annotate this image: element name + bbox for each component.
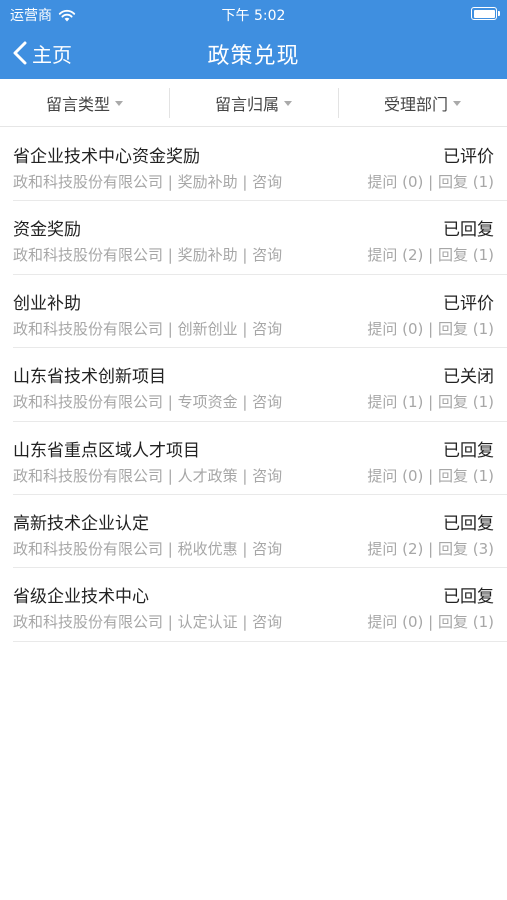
filter-label: 留言归属 [214, 94, 279, 114]
message-list: 省企业技术中心资金奖励 已评价 政和科技股份有限公司 | 奖励补助 | 咨询 提… [0, 128, 507, 642]
caret-down-icon [284, 101, 292, 106]
page-title: 政策兑现 [207, 44, 300, 69]
caret-down-icon [115, 101, 123, 106]
battery-icon [471, 7, 500, 20]
item-title: 资金奖励 [13, 220, 81, 241]
list-item[interactable]: 资金奖励 已回复 政和科技股份有限公司 | 奖励补助 | 咨询 提问 (2) |… [13, 201, 507, 275]
list-item[interactable]: 山东省重点区域人才项目 已回复 政和科技股份有限公司 | 人才政策 | 咨询 提… [13, 422, 507, 495]
item-status: 已回复 [443, 220, 494, 241]
item-status: 已关闭 [443, 367, 494, 388]
list-item[interactable]: 创业补助 已评价 政和科技股份有限公司 | 创新创业 | 咨询 提问 (0) |… [13, 275, 507, 349]
item-meta: 政和科技股份有限公司 | 税收优惠 | 咨询 [13, 539, 283, 558]
item-counts: 提问 (0) | 回复 (1) [367, 173, 494, 191]
item-status: 已评价 [443, 147, 494, 167]
item-counts: 提问 (0) | 回复 (1) [367, 466, 494, 485]
item-title: 省级企业技术中心 [13, 587, 149, 608]
item-counts: 提问 (2) | 回复 (3) [367, 539, 494, 558]
item-counts: 提问 (0) | 回复 (1) [367, 613, 494, 632]
item-counts: 提问 (2) | 回复 (1) [367, 246, 494, 265]
filter-message-owner[interactable]: 留言归属 [169, 79, 338, 126]
status-time: 下午 5:02 [221, 8, 286, 24]
list-item[interactable]: 高新技术企业认定 已回复 政和科技股份有限公司 | 税收优惠 | 咨询 提问 (… [13, 495, 507, 569]
item-meta: 政和科技股份有限公司 | 奖励补助 | 咨询 [13, 173, 283, 191]
item-meta: 政和科技股份有限公司 | 认定认证 | 咨询 [13, 613, 283, 632]
item-meta: 政和科技股份有限公司 | 创新创业 | 咨询 [13, 319, 283, 338]
item-title: 山东省重点区域人才项目 [13, 440, 200, 461]
item-title: 省企业技术中心资金奖励 [13, 147, 200, 167]
item-status: 已回复 [443, 587, 494, 608]
filter-message-type[interactable]: 留言类型 [0, 79, 169, 126]
filter-label: 受理部门 [383, 94, 448, 114]
item-counts: 提问 (0) | 回复 (1) [367, 319, 494, 338]
item-status: 已回复 [443, 513, 494, 534]
item-title: 创业补助 [13, 293, 81, 314]
item-meta: 政和科技股份有限公司 | 奖励补助 | 咨询 [13, 246, 283, 265]
item-status: 已评价 [443, 293, 494, 314]
top-bar: 运营商 下午 5:02 主页 政策兑现 [0, 0, 507, 79]
list-item[interactable]: 省企业技术中心资金奖励 已评价 政和科技股份有限公司 | 奖励补助 | 咨询 提… [13, 128, 507, 202]
list-item[interactable]: 山东省技术创新项目 已关闭 政和科技股份有限公司 | 专项资金 | 咨询 提问 … [13, 348, 507, 422]
caret-down-icon [453, 101, 461, 106]
filter-department[interactable]: 受理部门 [338, 79, 507, 126]
item-status: 已回复 [443, 440, 494, 461]
item-counts: 提问 (1) | 回复 (1) [367, 393, 494, 412]
item-meta: 政和科技股份有限公司 | 人才政策 | 咨询 [13, 466, 283, 485]
navigation-bar: 主页 政策兑现 [0, 28, 507, 79]
item-title: 山东省技术创新项目 [13, 367, 166, 388]
item-title: 高新技术企业认定 [13, 513, 149, 534]
item-meta: 政和科技股份有限公司 | 专项资金 | 咨询 [13, 393, 283, 412]
filter-label: 留言类型 [45, 94, 110, 114]
status-bar: 运营商 下午 5:02 [0, 0, 507, 28]
filter-bar: 留言类型 留言归属 受理部门 [0, 79, 507, 127]
list-item[interactable]: 省级企业技术中心 已回复 政和科技股份有限公司 | 认定认证 | 咨询 提问 (… [13, 568, 507, 642]
